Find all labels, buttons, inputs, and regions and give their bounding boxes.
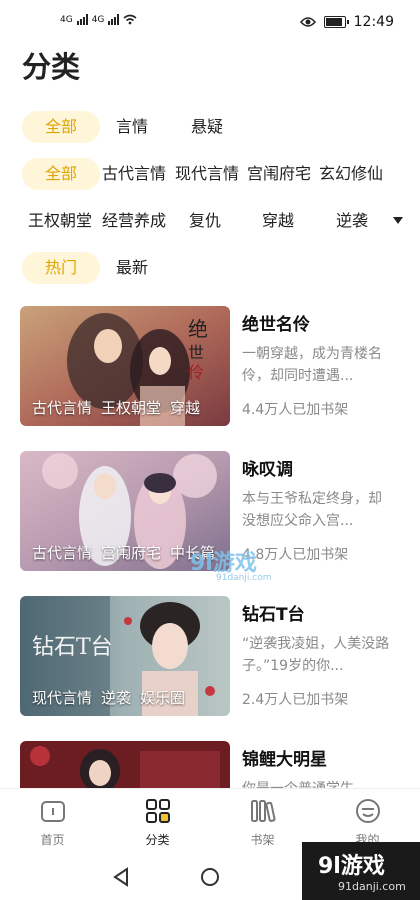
book-tags: 古代言情 王权朝堂 穿越 bbox=[32, 397, 200, 418]
signal-label-2: 4G bbox=[91, 15, 105, 25]
filter-chip[interactable]: 全部 bbox=[22, 158, 100, 190]
watermark-badge: 9l游戏 91danji.com bbox=[302, 842, 420, 900]
book-description: “逆袭我凌姐，人美没路子。”19岁的你... bbox=[242, 636, 390, 674]
tab-home[interactable]: 首页 bbox=[0, 789, 105, 851]
book-title[interactable]: 钻石T台 bbox=[242, 600, 392, 625]
book-item[interactable]: 钻石T台 现代言情 逆袭 娱乐圈 钻石T台 “逆袭我凌姐，人美没路子。”19岁的… bbox=[20, 596, 400, 716]
category-icon bbox=[145, 799, 170, 823]
filter-chip[interactable]: 逆袭 bbox=[332, 205, 372, 237]
svg-text:钻石T台: 钻石T台 bbox=[32, 635, 113, 660]
filter-chip[interactable]: 最新 bbox=[107, 252, 157, 284]
tab-label: 书架 bbox=[250, 833, 275, 847]
book-cover[interactable] bbox=[20, 741, 230, 788]
book-tags: 现代言情 逆袭 娱乐圈 bbox=[32, 687, 185, 708]
book-description: 一朝穿越，成为青楼名伶，却同时遭遇... bbox=[242, 346, 382, 384]
signal-icon bbox=[76, 14, 88, 25]
tab-label: 首页 bbox=[40, 833, 65, 847]
book-tag: 古代言情 bbox=[32, 399, 93, 417]
book-item[interactable]: 绝 世 伶 古代言情 王权朝堂 穿越 绝世名伶 一朝穿越，成为青楼名伶，却同时遭… bbox=[20, 306, 400, 426]
home-icon bbox=[40, 801, 65, 822]
book-shelf-count: 2.4万人已加书架 bbox=[242, 692, 349, 708]
filter-chip[interactable]: 古代言情 bbox=[101, 158, 167, 190]
book-tag: 娱乐圈 bbox=[140, 689, 186, 707]
book-tags: 古代言情 宫闱府宅 中长篇 bbox=[32, 542, 215, 563]
svg-text:绝: 绝 bbox=[188, 317, 208, 341]
book-info: 绝世名伶 一朝穿越，成为青楼名伶，却同时遭遇... 4.4万人已加书架 bbox=[242, 310, 392, 419]
signal-indicators: 4G 4G bbox=[60, 14, 137, 25]
cover-art bbox=[20, 741, 230, 788]
page-title: 分类 bbox=[22, 50, 81, 84]
book-tag: 王权朝堂 bbox=[101, 399, 162, 417]
watermark-text: 9l游戏 bbox=[318, 854, 385, 879]
filter-chip[interactable]: 王权朝堂 bbox=[27, 205, 93, 237]
eye-icon bbox=[299, 17, 316, 27]
book-tag: 宫闱府宅 bbox=[101, 544, 162, 562]
tab-label: 分类 bbox=[145, 833, 170, 847]
signal-icon-2 bbox=[108, 14, 120, 25]
wifi-icon bbox=[123, 14, 137, 25]
book-info: 钻石T台 “逆袭我凌姐，人美没路子。”19岁的你... 2.4万人已加书架 bbox=[242, 600, 392, 709]
book-title[interactable]: 锦鲤大明星 bbox=[242, 745, 392, 770]
book-tag: 穿越 bbox=[170, 399, 201, 417]
filter-chip[interactable]: 全部 bbox=[22, 111, 100, 143]
book-title[interactable]: 咏叹调 bbox=[242, 455, 392, 480]
filter-chip[interactable]: 现代言情 bbox=[174, 158, 240, 190]
book-tag: 古代言情 bbox=[32, 544, 93, 562]
book-title[interactable]: 绝世名伶 bbox=[242, 310, 392, 335]
watermark-url: 91danji.com bbox=[216, 573, 272, 583]
watermark-url: 91danji.com bbox=[338, 880, 406, 893]
book-description: 本与王爷私定终身，却没想应父命入宫... bbox=[242, 491, 382, 529]
book-info: 锦鲤大明星 你是一个普通学生 bbox=[242, 745, 392, 794]
filter-chip[interactable]: 玄幻修仙 bbox=[318, 158, 384, 190]
tab-bookshelf[interactable]: 书架 bbox=[210, 789, 315, 851]
book-tag: 逆袭 bbox=[101, 689, 132, 707]
back-icon[interactable] bbox=[112, 867, 130, 887]
filter-chip[interactable]: 宫闱府宅 bbox=[246, 158, 312, 190]
book-tag: 现代言情 bbox=[32, 689, 93, 707]
status-time: 12:49 bbox=[353, 14, 394, 30]
filter-chip[interactable]: 言情 bbox=[107, 111, 157, 143]
book-cover[interactable]: 绝 世 伶 古代言情 王权朝堂 穿越 bbox=[20, 306, 230, 426]
tab-category[interactable]: 分类 bbox=[105, 789, 210, 851]
filter-chip[interactable]: 悬疑 bbox=[182, 111, 232, 143]
bookshelf-icon bbox=[250, 800, 276, 822]
watermark-logo: 9l游戏 91danji.com bbox=[190, 545, 271, 583]
signal-label-1: 4G bbox=[60, 15, 73, 25]
book-shelf-count: 4.4万人已加书架 bbox=[242, 402, 349, 418]
filter-chip[interactable]: 经营养成 bbox=[101, 205, 167, 237]
filter-chip[interactable]: 热门 bbox=[22, 252, 100, 284]
book-cover[interactable]: 钻石T台 现代言情 逆袭 娱乐圈 bbox=[20, 596, 230, 716]
expand-down-icon[interactable] bbox=[392, 216, 404, 226]
profile-icon bbox=[355, 799, 380, 823]
svg-text:伶: 伶 bbox=[188, 363, 204, 382]
filter-chip[interactable]: 复仇 bbox=[185, 205, 225, 237]
filter-chip[interactable]: 穿越 bbox=[258, 205, 298, 237]
status-bar: 4G 4G 12:49 bbox=[0, 0, 420, 44]
home-circle-icon[interactable] bbox=[200, 867, 220, 887]
battery-icon bbox=[323, 16, 349, 28]
svg-text:世: 世 bbox=[188, 343, 204, 362]
